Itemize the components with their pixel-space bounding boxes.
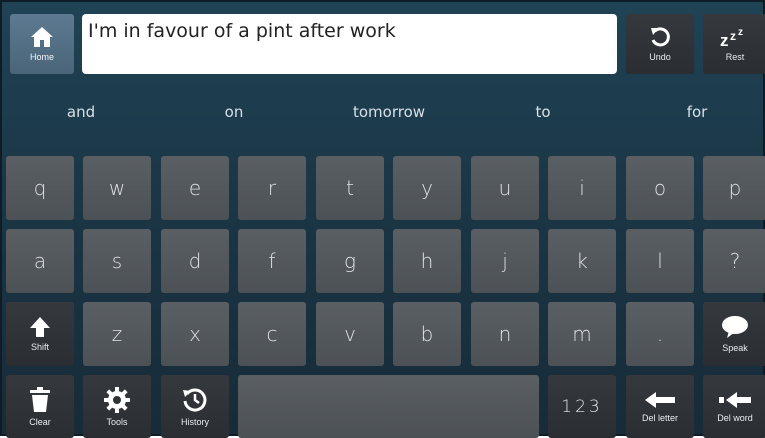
key-y[interactable]: y — [393, 156, 461, 220]
key-a[interactable]: a — [6, 229, 74, 293]
communication-app: Home I'm in favour of a pint after work … — [0, 0, 765, 438]
home-button[interactable]: Home — [10, 14, 74, 74]
key-v[interactable]: v — [316, 302, 384, 366]
svg-text:z: z — [730, 29, 736, 43]
gear-icon — [104, 386, 130, 413]
key-q[interactable]: q — [6, 156, 74, 220]
key-u[interactable]: u — [471, 156, 539, 220]
prediction-word[interactable]: on — [225, 103, 244, 121]
history-button[interactable]: History — [161, 375, 229, 438]
undo-icon — [649, 26, 671, 48]
message-text-field[interactable]: I'm in favour of a pint after work — [82, 14, 617, 74]
del-letter-label: Del letter — [641, 412, 678, 423]
key-l[interactable]: l — [626, 229, 694, 293]
shift-button[interactable]: Shift — [6, 302, 74, 366]
numbers-button[interactable]: 123 — [548, 375, 616, 438]
prediction-word[interactable]: to — [535, 103, 550, 121]
prediction-word[interactable]: for — [687, 103, 708, 121]
key-question-mark[interactable]: ? — [703, 229, 765, 293]
history-clock-icon — [182, 387, 208, 413]
key-s[interactable]: s — [83, 229, 151, 293]
key-z[interactable]: z — [83, 302, 151, 366]
key-t[interactable]: t — [316, 156, 384, 220]
svg-text:z: z — [720, 31, 729, 48]
key-d[interactable]: d — [161, 229, 229, 293]
key-x[interactable]: x — [161, 302, 229, 366]
left-arrow-icon — [645, 391, 675, 409]
speech-bubble-icon — [721, 315, 749, 339]
prediction-word[interactable]: tomorrow — [353, 103, 425, 121]
zzz-icon: zzz — [720, 26, 750, 48]
rest-label: Rest — [725, 52, 745, 62]
key-w[interactable]: w — [83, 156, 151, 220]
key-h[interactable]: h — [393, 229, 461, 293]
key-k[interactable]: k — [548, 229, 616, 293]
key-o[interactable]: o — [626, 156, 694, 220]
svg-text:z: z — [738, 27, 743, 38]
rest-button[interactable]: zzz Rest — [703, 14, 765, 74]
space-bar[interactable] — [238, 375, 539, 438]
tools-label: Tools — [106, 416, 128, 427]
key-g[interactable]: g — [316, 229, 384, 293]
shift-label: Shift — [30, 342, 49, 352]
speak-label: Speak — [722, 343, 748, 353]
clear-label: Clear — [29, 416, 51, 427]
key-i[interactable]: i — [548, 156, 616, 220]
home-icon — [30, 26, 54, 48]
home-label: Home — [29, 52, 54, 62]
prediction-word[interactable]: and — [67, 103, 95, 121]
clear-button[interactable]: Clear — [6, 375, 74, 438]
key-m[interactable]: m — [548, 302, 616, 366]
key-b[interactable]: b — [393, 302, 461, 366]
key-e[interactable]: e — [161, 156, 229, 220]
history-label: History — [180, 416, 209, 427]
trash-icon — [29, 386, 51, 413]
key-c[interactable]: c — [238, 302, 306, 366]
undo-label: Undo — [649, 52, 671, 62]
shift-arrow-icon — [29, 316, 51, 338]
key-f[interactable]: f — [238, 229, 306, 293]
del-word-label: Del word — [717, 412, 753, 423]
speak-button[interactable]: Speak — [703, 302, 765, 366]
tools-button[interactable]: Tools — [83, 375, 151, 438]
key-period[interactable]: . — [626, 302, 694, 366]
del-letter-button[interactable]: Del letter — [626, 375, 694, 438]
key-r[interactable]: r — [238, 156, 306, 220]
key-j[interactable]: j — [471, 229, 539, 293]
key-p[interactable]: p — [703, 156, 765, 220]
undo-button[interactable]: Undo — [626, 14, 694, 74]
arrow-to-bar-icon — [719, 391, 751, 409]
key-n[interactable]: n — [471, 302, 539, 366]
del-word-button[interactable]: Del word — [703, 375, 765, 438]
